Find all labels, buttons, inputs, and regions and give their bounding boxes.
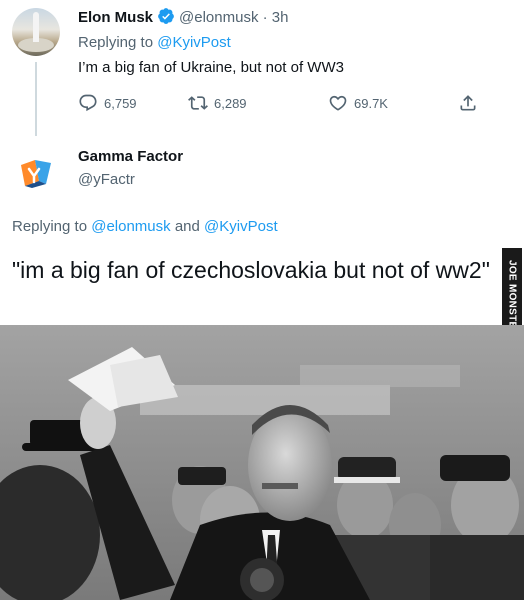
avatar-rocket — [33, 12, 39, 42]
replying-to: Replying to @KyivPost — [78, 33, 231, 53]
retweet-count: 6,289 — [214, 95, 247, 111]
reply-icon — [79, 94, 97, 112]
share-button[interactable] — [458, 92, 484, 114]
avatar[interactable] — [12, 8, 60, 56]
like-button[interactable]: 69.7K — [328, 92, 388, 114]
author-handle[interactable]: @yFactr — [78, 170, 135, 190]
tweet-text: "im a big fan of czechoslovakia but not … — [12, 257, 490, 283]
reply-count: 6,759 — [104, 95, 137, 111]
retweet-icon — [188, 96, 208, 110]
reply-button[interactable]: 6,759 — [78, 92, 137, 114]
dot-separator: · — [258, 9, 271, 26]
retweet-button[interactable]: 6,289 — [188, 92, 247, 114]
replying-to-link-1[interactable]: @elonmusk — [91, 218, 170, 235]
tweet-text: I’m a big fan of Ukraine, but not of WW3 — [78, 59, 344, 76]
replying-to: Replying to @elonmusk and @KyivPost — [12, 217, 278, 237]
verified-badge-icon — [158, 8, 174, 24]
like-count: 69.7K — [354, 95, 388, 111]
replying-prefix: Replying to — [78, 34, 154, 51]
tweet-header: Elon Musk @elonmusk · 3h — [78, 7, 288, 28]
separator: · — [262, 9, 268, 26]
author-name[interactable]: Elon Musk — [78, 9, 153, 26]
share-icon — [460, 95, 476, 111]
replying-to-link-2[interactable]: @KyivPost — [204, 218, 278, 235]
replying-prefix: Replying to — [12, 218, 88, 235]
author-name[interactable]: Gamma Factor — [78, 147, 183, 167]
replying-joiner: and — [174, 218, 200, 235]
avatar[interactable] — [12, 148, 60, 196]
heart-icon — [329, 95, 347, 111]
quote-tweet: Gamma Factor @yFactr Replying to @elonmu… — [0, 140, 524, 315]
tweet-time[interactable]: 3h — [272, 9, 289, 26]
replying-to-link[interactable]: @KyivPost — [157, 34, 231, 51]
tweet-actions: 6,759 6,289 69.7K — [78, 92, 498, 114]
thread-line — [35, 62, 37, 136]
photo-illustration — [0, 325, 524, 600]
gamma-logo-icon — [21, 160, 51, 188]
historical-photo — [0, 325, 524, 600]
reply-tweet: Elon Musk @elonmusk · 3h Replying to @Kyi… — [0, 0, 524, 136]
author-handle[interactable]: @elonmusk — [179, 9, 258, 26]
